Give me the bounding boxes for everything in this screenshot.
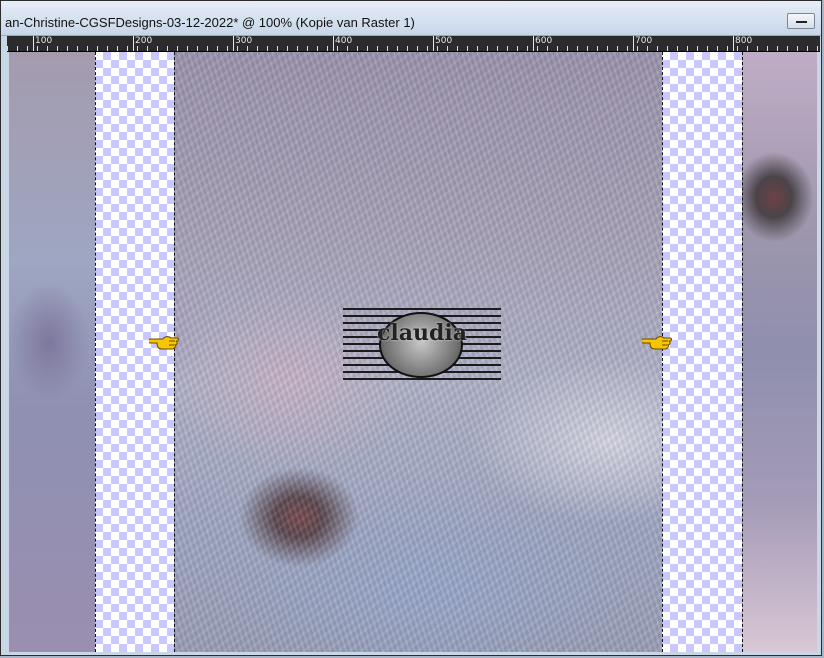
ruler-label: 100 <box>35 36 53 46</box>
watermark-stamp: claudia <box>343 306 501 382</box>
canvas-left-strip <box>9 52 95 652</box>
minimize-icon <box>796 21 807 23</box>
watermark-text: claudia <box>377 320 467 346</box>
ruler-label: 600 <box>535 36 553 46</box>
image-canvas[interactable]: claudia <box>9 52 817 652</box>
image-window: an-Christine-CGSFDesigns-03-12-2022* @ 1… <box>0 0 822 656</box>
selection-marquee <box>174 52 175 652</box>
ruler-label: 400 <box>335 36 353 46</box>
selection-marquee <box>742 52 743 652</box>
selection-marquee <box>662 52 663 652</box>
ruler-label: 300 <box>235 36 253 46</box>
transparent-area-left <box>95 52 174 652</box>
transparent-area-right <box>662 52 742 652</box>
pointing-hand-icon <box>149 336 179 350</box>
ruler-label: 800 <box>735 36 753 46</box>
ruler-label: 700 <box>635 36 653 46</box>
horizontal-ruler: 100 200 300 400 500 600 700 800 <box>7 36 820 52</box>
pointing-hand-icon <box>642 336 672 350</box>
window-title: an-Christine-CGSFDesigns-03-12-2022* @ 1… <box>5 15 415 30</box>
ruler-label: 500 <box>435 36 453 46</box>
selection-marquee <box>95 52 96 652</box>
title-bar[interactable]: an-Christine-CGSFDesigns-03-12-2022* @ 1… <box>1 1 821 36</box>
minimize-button[interactable] <box>787 13 815 29</box>
ruler-label: 200 <box>135 36 153 46</box>
ruler-ticks <box>7 46 820 51</box>
canvas-right-strip <box>742 52 817 652</box>
